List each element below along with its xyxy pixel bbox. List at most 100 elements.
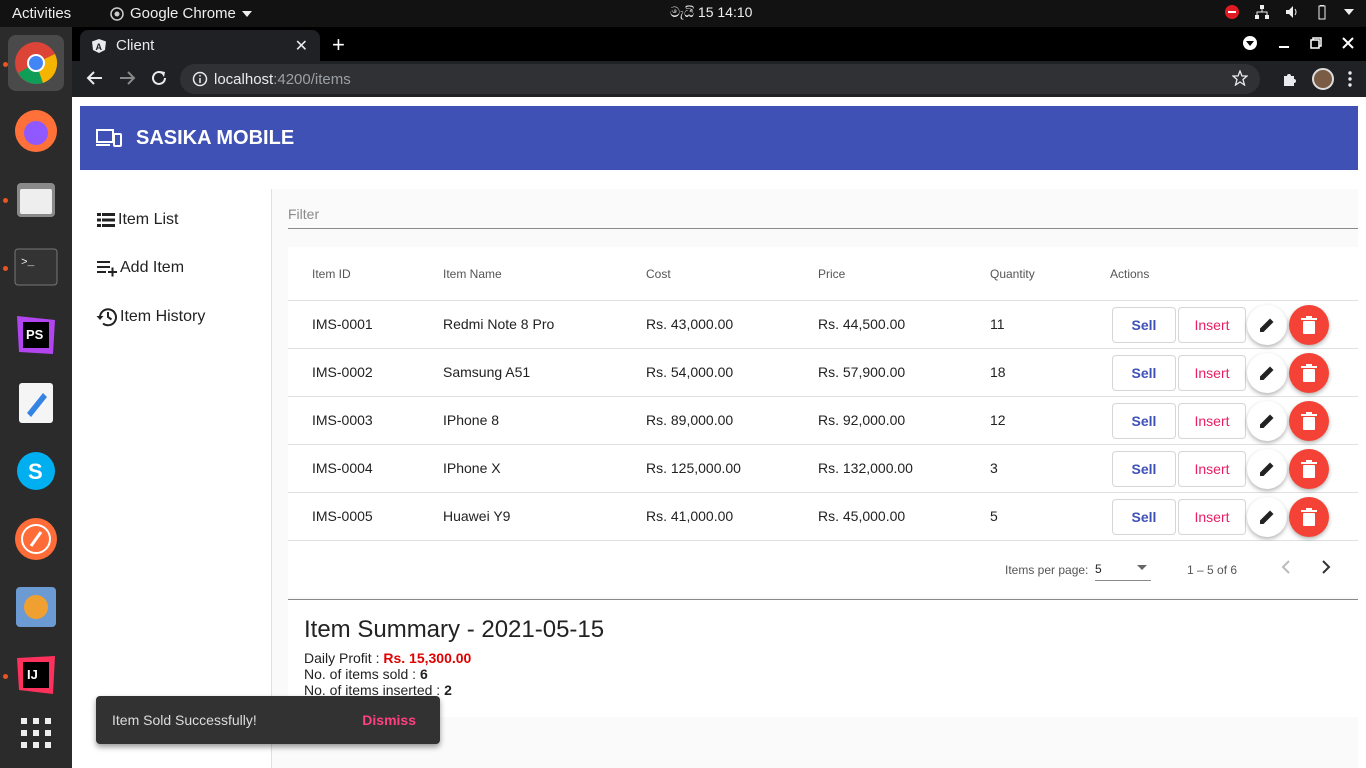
- insert-button[interactable]: Insert: [1178, 451, 1246, 487]
- item-summary-card: Item Summary - 2021-05-15 Daily Profit :…: [288, 599, 1358, 717]
- skype-icon: S: [17, 452, 55, 490]
- profile-avatar[interactable]: [1312, 68, 1334, 90]
- show-applications-button[interactable]: [8, 705, 64, 761]
- reload-icon[interactable]: [150, 69, 168, 87]
- nav-item-list[interactable]: Item List: [96, 211, 178, 229]
- chevron-down-icon: [1137, 565, 1147, 570]
- edit-button[interactable]: [1247, 353, 1287, 393]
- snackbar: Item Sold Successfully! Dismiss: [96, 696, 440, 744]
- dock-terminal[interactable]: >_: [8, 239, 64, 295]
- header-actions: Actions: [1110, 267, 1150, 281]
- nav-item-history-label: Item History: [120, 308, 206, 325]
- delete-button[interactable]: [1289, 497, 1329, 537]
- dock-chrome[interactable]: [8, 35, 64, 91]
- summary-title: Item Summary - 2021-05-15: [304, 616, 605, 643]
- nav-add-item[interactable]: Add Item: [96, 259, 184, 277]
- header-item-id[interactable]: Item ID: [312, 267, 351, 281]
- url-path: :4200/items: [273, 70, 351, 88]
- do-not-disturb-icon: [1225, 5, 1239, 19]
- address-bar[interactable]: localhost:4200/items: [180, 64, 1260, 94]
- dismiss-button[interactable]: Dismiss: [362, 712, 424, 728]
- summary-sold-line: No. of items sold : 6: [304, 666, 1342, 682]
- filter-input[interactable]: Filter: [288, 199, 1358, 229]
- restore-icon[interactable]: [1310, 37, 1322, 49]
- sell-button[interactable]: Sell: [1112, 499, 1176, 535]
- clock[interactable]: මැයි 15 14:10: [670, 4, 752, 21]
- dock-text-editor[interactable]: [8, 375, 64, 431]
- app-menu-label: Google Chrome: [130, 5, 236, 22]
- cell-item-id: IMS-0005: [312, 508, 373, 524]
- delete-button[interactable]: [1289, 449, 1329, 489]
- dock-phpstorm[interactable]: PS: [8, 307, 64, 363]
- header-price[interactable]: Price: [818, 267, 845, 281]
- volume-icon: [1286, 6, 1297, 18]
- insert-button[interactable]: Insert: [1178, 499, 1246, 535]
- dock-meld[interactable]: [8, 579, 64, 635]
- pencil-icon: [1260, 462, 1274, 476]
- back-icon[interactable]: [86, 69, 104, 87]
- bookmark-star-icon[interactable]: [1232, 70, 1248, 86]
- dock-postman[interactable]: [8, 511, 64, 567]
- header-quantity[interactable]: Quantity: [990, 267, 1035, 281]
- chrome-menu-icon[interactable]: [1348, 71, 1352, 87]
- edit-button[interactable]: [1247, 449, 1287, 489]
- tab-title: Client: [116, 37, 155, 54]
- table-row: IMS-0001 Redmi Note 8 Pro Rs. 43,000.00 …: [288, 301, 1358, 349]
- close-window-icon[interactable]: [1342, 37, 1354, 49]
- dock: >_ PS S IJ: [0, 27, 72, 768]
- caret-down-icon: [241, 10, 252, 17]
- delete-button[interactable]: [1289, 401, 1329, 441]
- previous-page-icon[interactable]: [1281, 559, 1291, 575]
- sell-button[interactable]: Sell: [1112, 403, 1176, 439]
- page-size-select[interactable]: 5: [1095, 557, 1151, 581]
- sell-button[interactable]: Sell: [1112, 355, 1176, 391]
- edit-button[interactable]: [1247, 497, 1287, 537]
- dock-skype[interactable]: S: [8, 443, 64, 499]
- sell-button[interactable]: Sell: [1112, 451, 1176, 487]
- pencil-icon: [1260, 510, 1274, 524]
- app-menu[interactable]: Google Chrome: [110, 5, 252, 22]
- insert-button[interactable]: Insert: [1178, 307, 1246, 343]
- activities-button[interactable]: Activities: [12, 5, 71, 22]
- table-row: IMS-0005 Huawei Y9 Rs. 41,000.00 Rs. 45,…: [288, 493, 1358, 541]
- dock-files[interactable]: [8, 171, 64, 227]
- cell-item-name: IPhone X: [443, 460, 501, 476]
- dock-intellij[interactable]: IJ: [8, 647, 64, 703]
- extensions-puzzle-icon[interactable]: [1282, 71, 1298, 87]
- system-tray[interactable]: [1224, 4, 1354, 20]
- next-page-icon[interactable]: [1321, 559, 1331, 575]
- delete-button[interactable]: [1289, 353, 1329, 393]
- profit-label: Daily Profit :: [304, 650, 384, 666]
- new-tab-button[interactable]: +: [332, 32, 345, 58]
- header-cost[interactable]: Cost: [646, 267, 671, 281]
- svg-text:PS: PS: [26, 327, 44, 342]
- close-tab-icon[interactable]: ✕: [295, 36, 308, 56]
- dock-firefox[interactable]: [8, 103, 64, 159]
- table-header: Item ID Item Name Cost Price Quantity Ac…: [288, 247, 1358, 301]
- nav-item-list-label: Item List: [118, 211, 179, 228]
- forward-icon[interactable]: [118, 69, 136, 87]
- edit-button[interactable]: [1247, 401, 1287, 441]
- edit-button[interactable]: [1247, 305, 1287, 345]
- sell-button[interactable]: Sell: [1112, 307, 1176, 343]
- trash-icon: [1301, 412, 1317, 430]
- tab-client[interactable]: A Client ✕: [80, 30, 320, 61]
- header-item-name[interactable]: Item Name: [443, 267, 502, 281]
- pencil-icon: [1260, 366, 1274, 380]
- page-range-label: 1 – 5 of 6: [1187, 563, 1238, 577]
- url-host: localhost: [214, 70, 274, 88]
- app-grid-icon: [21, 718, 51, 748]
- terminal-icon: >_: [14, 248, 58, 286]
- minimize-icon[interactable]: [1278, 37, 1290, 49]
- delete-button[interactable]: [1289, 305, 1329, 345]
- nav-item-history[interactable]: Item History: [96, 307, 205, 327]
- site-info-icon[interactable]: [192, 71, 208, 87]
- cell-item-name: Samsung A51: [443, 364, 531, 380]
- tab-search-icon[interactable]: [1242, 35, 1258, 51]
- insert-button[interactable]: Insert: [1178, 403, 1246, 439]
- insert-button[interactable]: Insert: [1178, 355, 1246, 391]
- filter-placeholder: Filter: [288, 206, 320, 222]
- trash-icon: [1301, 460, 1317, 478]
- cell-price: Rs. 92,000.00: [818, 412, 906, 428]
- page-size-value: 5: [1095, 562, 1102, 576]
